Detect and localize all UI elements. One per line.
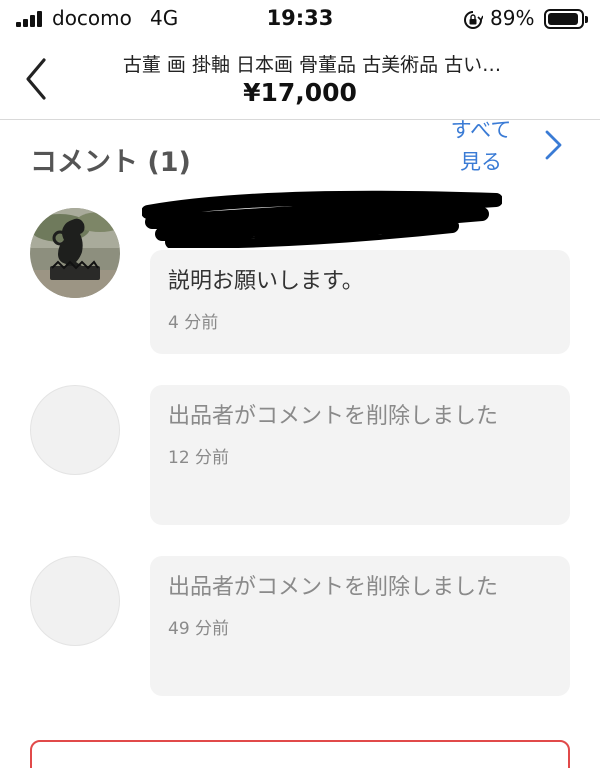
battery-icon (544, 9, 588, 29)
comment-text: 説明お願いします。 (168, 269, 364, 294)
status-bar: docomo 4G 19:33 89% (0, 0, 600, 40)
deleted-comment-text: 出品者がコメントを削除しました (168, 404, 499, 429)
comment-timestamp: 4 分前 (168, 313, 219, 333)
comment-bubble: 説明お願いします。 4 分前 (150, 250, 570, 354)
comment-input-box[interactable] (30, 740, 570, 768)
comment-timestamp: 12 分前 (168, 448, 230, 468)
see-all-label: すべて 見る (450, 118, 512, 174)
battery-percentage: 89% (490, 6, 535, 30)
redacted-username (142, 190, 502, 248)
see-all-link[interactable]: すべて 見る (436, 114, 526, 178)
comments-heading: コメント (1) (30, 147, 191, 178)
item-title: 古董 画 掛軸 日本画 骨董品 古美術品 古い… (122, 54, 502, 76)
item-price: ¥17,000 (243, 78, 357, 107)
avatar[interactable] (30, 208, 120, 298)
comment-bubble: 出品者がコメントを削除しました 49 分前 (150, 556, 570, 696)
dragon-figure-avatar-icon (30, 208, 120, 298)
comment-timestamp: 49 分前 (168, 619, 230, 639)
avatar-placeholder (30, 556, 120, 646)
avatar-placeholder (30, 385, 120, 475)
deleted-comment-text: 出品者がコメントを削除しました (168, 575, 499, 600)
chevron-right-icon[interactable] (540, 128, 566, 162)
rotation-lock-icon (464, 11, 483, 29)
comment-bubble: 出品者がコメントを削除しました 12 分前 (150, 385, 570, 525)
navigation-header: 古董 画 掛軸 日本画 骨董品 古美術品 古い… ¥17,000 (0, 40, 600, 120)
